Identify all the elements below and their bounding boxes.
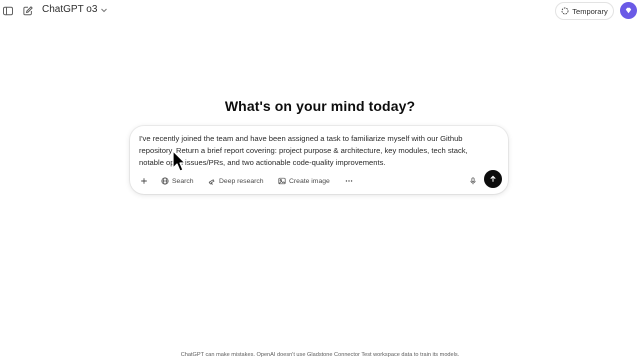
plus-icon <box>141 178 147 184</box>
avatar[interactable] <box>620 2 637 19</box>
create-image-label: Create image <box>289 177 330 185</box>
more-tools-button[interactable] <box>343 174 355 188</box>
new-chat-icon <box>23 6 33 16</box>
arrow-up-icon <box>490 175 496 182</box>
send-button[interactable] <box>484 170 502 188</box>
sidebar-toggle-button[interactable] <box>0 3 16 19</box>
dictate-button[interactable] <box>467 174 479 188</box>
search-button[interactable]: Search <box>161 174 194 188</box>
create-image-button[interactable]: Create image <box>278 174 330 188</box>
disclaimer-text: ChatGPT can make mistakes. OpenAI doesn'… <box>180 352 460 358</box>
model-selector[interactable]: ChatGPT o3 <box>42 4 108 15</box>
dashed-circle-icon <box>561 7 569 15</box>
deep-research-button[interactable]: Deep research <box>208 174 264 188</box>
search-label: Search <box>172 177 194 185</box>
mic-icon <box>470 177 476 185</box>
composer-toolbar: Search Deep research Create image <box>138 170 504 188</box>
page-title: What's on your mind today? <box>224 98 416 114</box>
image-icon <box>278 177 286 185</box>
top-bar: ChatGPT o3 Temporary <box>0 0 640 22</box>
temporary-chat-button[interactable]: Temporary <box>555 2 614 20</box>
more-icon <box>345 180 353 182</box>
new-chat-button[interactable] <box>20 3 36 19</box>
mouse-cursor-icon <box>172 150 186 172</box>
add-attachment-button[interactable] <box>138 174 150 188</box>
prompt-input[interactable]: I've recently joined the team and have b… <box>139 133 494 169</box>
chevron-down-icon <box>101 8 108 12</box>
sidebar-toggle-icon <box>3 6 13 16</box>
temporary-label: Temporary <box>572 6 608 16</box>
globe-icon <box>161 177 169 185</box>
model-name: ChatGPT o3 <box>42 4 98 15</box>
telescope-icon <box>208 179 215 185</box>
deep-research-label: Deep research <box>219 177 264 185</box>
avatar-diamond-icon <box>625 7 632 14</box>
